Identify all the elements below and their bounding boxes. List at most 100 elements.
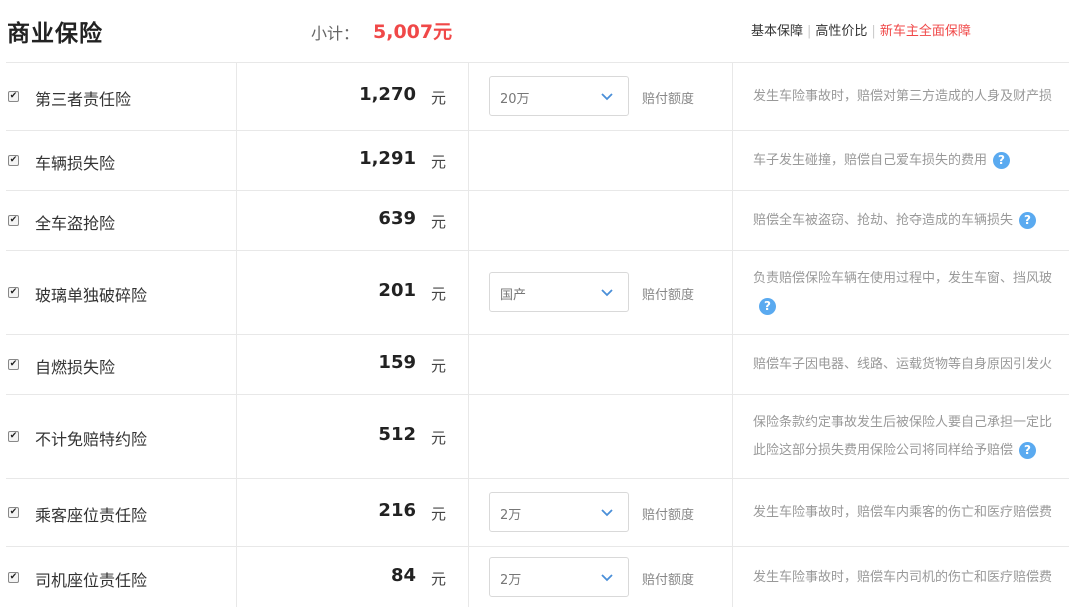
insurance-checkbox[interactable]: ✔ <box>8 431 19 442</box>
column-divider <box>732 395 733 478</box>
insurance-price: 639 <box>378 208 416 229</box>
price-unit: 元 <box>431 505 447 523</box>
description-line: 发生车险事故时，赔偿对第三方造成的人身及财产损 <box>753 89 1053 104</box>
price-unit: 元 <box>431 569 447 588</box>
insurance-name: 乘客座位责任险 <box>35 506 148 525</box>
help-icon[interactable]: ? <box>1019 442 1037 459</box>
column-divider <box>236 547 237 607</box>
insurance-description: 保险条款约定事故发生后被保险人要自己承担一定比 此险这部分损失费用保险公司将同样给… <box>753 409 1069 465</box>
table-row: ✔ 乘客座位责任险 216 元 2万 赔付额度 发生车险事故时，赔偿车内乘客的伤亡和医疗赔偿… <box>6 479 1069 547</box>
insurance-name: 司机座位责任险 <box>35 570 148 590</box>
description-line: 赔偿车子因电器、线路、运载货物等自身原因引发火 <box>753 357 1053 372</box>
insurance-checkbox[interactable]: ✔ <box>8 287 19 298</box>
insurance-description: 赔偿全车被盗窃、抢劫、抢夺造成的车辆损失? <box>753 207 1069 235</box>
insurance-checkbox[interactable]: ✔ <box>8 155 19 166</box>
price-unit: 元 <box>431 153 447 171</box>
table-row: ✔ 车辆损失险 1,291 元 车子发生碰撞，赔偿自己爱车损失的费用? <box>6 131 1069 191</box>
plan-value-link[interactable]: 高性价比 <box>815 24 867 39</box>
table-row: ✔ 玻璃单独破碎险 201 元 国产 赔付额度 负责赔偿保险车辆在使用过程中，发生车窗、挡风… <box>6 251 1069 335</box>
description-line: 负责赔偿保险车辆在使用过程中，发生车窗、挡风玻 <box>753 271 1053 286</box>
price-unit: 元 <box>431 89 447 107</box>
help-icon[interactable]: ? <box>1019 212 1037 229</box>
column-divider <box>732 131 733 190</box>
table-row: ✔ 司机座位责任险 84 元 2万 赔付额度 发生车险事故时，赔偿车内司机的伤亡和医疗赔偿费 <box>6 547 1069 607</box>
coverage-select[interactable]: 2万 <box>489 556 629 597</box>
column-divider <box>732 479 733 546</box>
description-text: 赔偿全车被盗窃、抢劫、抢夺造成的车辆损失 <box>753 213 1014 228</box>
column-divider <box>468 251 469 334</box>
column-divider <box>236 395 237 478</box>
chevron-down-icon <box>601 573 613 581</box>
coverage-select[interactable]: 2万 <box>489 492 629 532</box>
table-row: ✔ 不计免赔特约险 512 元 保险条款约定事故发生后被保险人要自己承担一定比 此险这部分… <box>6 395 1069 479</box>
insurance-description: 发生车险事故时，赔偿车内乘客的伤亡和医疗赔偿费 <box>753 499 1069 527</box>
column-divider <box>468 395 469 478</box>
chevron-down-icon <box>601 509 613 517</box>
column-divider <box>468 335 469 394</box>
insurance-description: 发生车险事故时，赔偿对第三方造成的人身及财产损 <box>753 83 1069 111</box>
column-divider <box>236 479 237 546</box>
insurance-price: 159 <box>378 352 416 373</box>
coverage-label: 赔付额度 <box>642 508 695 523</box>
help-icon[interactable]: ? <box>759 298 776 315</box>
column-divider <box>732 63 733 130</box>
description-text: 车子发生碰撞，赔偿自己爱车损失的费用 <box>753 153 988 168</box>
insurance-checkbox[interactable]: ✔ <box>8 215 19 226</box>
column-divider <box>732 191 733 250</box>
column-divider <box>732 335 733 394</box>
column-divider <box>468 479 469 546</box>
description-line: 赔偿全车被盗窃、抢劫、抢夺造成的车辆损失? <box>753 207 1069 235</box>
coverage-label: 赔付额度 <box>642 288 695 303</box>
insurance-description: 发生车险事故时，赔偿车内司机的伤亡和医疗赔偿费 <box>753 564 1069 592</box>
insurance-name: 第三者责任险 <box>35 90 132 109</box>
subtotal-label: 小计： <box>311 24 360 43</box>
column-divider <box>236 63 237 130</box>
coverage-select-value: 2万 <box>500 508 522 523</box>
column-divider <box>236 251 237 334</box>
insurance-price: 201 <box>378 280 416 301</box>
column-divider <box>236 191 237 250</box>
coverage-select-value: 2万 <box>500 572 522 588</box>
insurance-name: 不计免赔特约险 <box>35 430 148 449</box>
insurance-checkbox[interactable]: ✔ <box>8 91 19 102</box>
insurance-description: 车子发生碰撞，赔偿自己爱车损失的费用? <box>753 147 1069 175</box>
table-row: ✔ 第三者责任险 1,270 元 20万 赔付额度 发生车险事故时，赔偿对第三方造成的人身及… <box>6 63 1069 131</box>
description-line: 发生车险事故时，赔偿车内乘客的伤亡和医疗赔偿费 <box>753 505 1053 520</box>
insurance-price: 1,291 <box>359 148 416 169</box>
coverage-select-value: 20万 <box>500 92 530 107</box>
section-header: 商业保险 小计： 5,007元 基本保障 | 高性价比 | 新车主全面保障 <box>0 0 1069 62</box>
column-divider <box>468 131 469 190</box>
plan-full-link[interactable]: 新车主全面保障 <box>880 24 971 39</box>
chevron-down-icon <box>601 289 613 297</box>
insurance-checkbox[interactable]: ✔ <box>8 507 19 518</box>
insurance-checkbox[interactable]: ✔ <box>8 571 19 583</box>
description-line: 此险这部分损失费用保险公司将同样给予赔偿? <box>753 437 1069 465</box>
insurance-price: 512 <box>378 424 416 445</box>
divider: | <box>807 24 812 39</box>
coverage-label: 赔付额度 <box>642 92 695 107</box>
insurance-description: 负责赔偿保险车辆在使用过程中，发生车窗、挡风玻? <box>753 265 1069 321</box>
description-line: 车子发生碰撞，赔偿自己爱车损失的费用? <box>753 147 1069 175</box>
coverage-select[interactable]: 20万 <box>489 76 629 116</box>
table-row: ✔ 自燃损失险 159 元 赔偿车子因电器、线路、运载货物等自身原因引发火 <box>6 335 1069 395</box>
plan-presets: 基本保障 | 高性价比 | 新车主全面保障 <box>751 20 971 39</box>
price-unit: 元 <box>431 357 447 375</box>
description-line: ? <box>753 293 1069 321</box>
column-divider <box>468 63 469 130</box>
insurance-name: 玻璃单独破碎险 <box>35 286 148 305</box>
column-divider <box>468 547 469 607</box>
insurance-price: 216 <box>378 500 416 521</box>
insurance-price: 1,270 <box>359 84 416 105</box>
plan-basic-link[interactable]: 基本保障 <box>751 24 803 39</box>
insurance-name: 自燃损失险 <box>35 358 116 377</box>
help-icon[interactable]: ? <box>993 152 1011 169</box>
insurance-name: 车辆损失险 <box>35 154 116 173</box>
column-divider <box>468 191 469 250</box>
coverage-select-value: 国产 <box>500 288 527 303</box>
coverage-select[interactable]: 国产 <box>489 272 629 312</box>
column-divider <box>236 131 237 190</box>
description-line: 保险条款约定事故发生后被保险人要自己承担一定比 <box>753 415 1053 430</box>
description-text: 此险这部分损失费用保险公司将同样给予赔偿 <box>753 443 1014 458</box>
price-unit: 元 <box>431 213 447 231</box>
insurance-checkbox[interactable]: ✔ <box>8 359 19 370</box>
